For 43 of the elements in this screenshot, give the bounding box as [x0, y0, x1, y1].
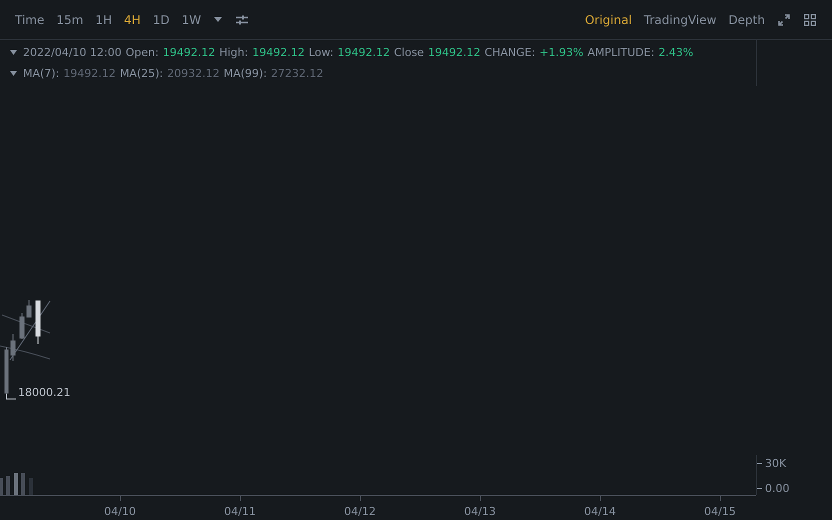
collapse-caret-icon[interactable]	[10, 50, 17, 55]
field-label: Open:	[126, 46, 159, 59]
low-price-label: 18000.21	[18, 386, 70, 399]
ma-value: 20932.12	[167, 67, 220, 80]
date-axis-label: 04/11	[224, 505, 256, 518]
ma-label: MA(99):	[224, 67, 267, 80]
field-label: Low:	[308, 46, 334, 59]
field-label: AMPLITUDE:	[588, 46, 654, 59]
date-axis-label: 04/15	[704, 505, 736, 518]
interval-tab[interactable]: Time	[10, 10, 50, 28]
ma-value: 19492.12	[63, 67, 116, 80]
interval-tab[interactable]: 1W	[176, 10, 206, 28]
interval-tab[interactable]: 1D	[148, 10, 175, 28]
field-value: 2.43%	[658, 46, 694, 59]
field-value: 19492.12	[252, 46, 305, 59]
field-label: CHANGE:	[484, 46, 536, 59]
settings-sliders-icon[interactable]	[236, 14, 248, 24]
field-label: Close	[394, 46, 424, 59]
grid-layout-icon[interactable]	[804, 14, 816, 26]
date-axis-label: 04/12	[344, 505, 376, 518]
collapse-caret-icon[interactable]	[10, 71, 17, 76]
view-tab[interactable]: TradingView	[638, 10, 722, 28]
field-value: 19492.12	[162, 46, 216, 59]
view-tab[interactable]: Original	[580, 10, 637, 28]
interval-tab[interactable]: 1H	[90, 10, 118, 28]
expand-icon[interactable]	[778, 14, 790, 26]
date-axis-label: 04/13	[464, 505, 496, 518]
caret-down-icon[interactable]	[214, 17, 222, 22]
ma-label: MA(7):	[23, 67, 60, 80]
date-axis-label: 04/14	[584, 505, 616, 518]
ma-label: MA(25):	[120, 67, 164, 80]
ma-value: 27232.12	[270, 67, 324, 80]
volume-axis-label: 0.00	[765, 482, 790, 495]
field-value: +1.93%	[539, 46, 584, 59]
field-label: High:	[219, 46, 248, 59]
field-value: 19492.12	[337, 46, 390, 59]
candle-date: 2022/04/10 12:00	[23, 46, 122, 59]
view-tab[interactable]: Depth	[723, 10, 770, 28]
date-axis-label: 04/10	[104, 505, 136, 518]
field-value: 19492.12	[428, 46, 480, 59]
interval-tab[interactable]: 4H	[119, 10, 146, 28]
interval-tab[interactable]: 15m	[51, 10, 88, 28]
volume-axis-label: 30K	[765, 457, 786, 470]
